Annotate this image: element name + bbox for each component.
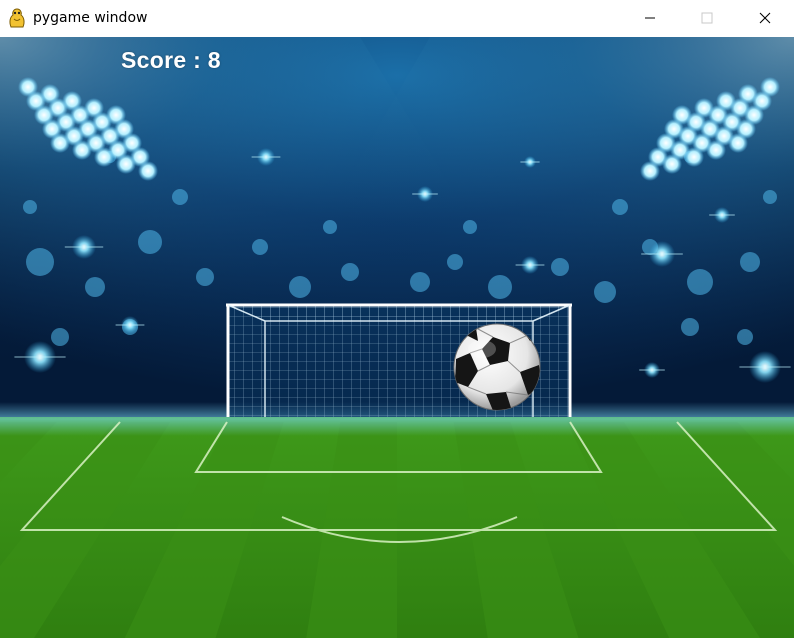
minimize-button[interactable] <box>627 0 673 37</box>
game-surface[interactable]: Score8 <box>0 37 794 638</box>
window-title: pygame window <box>33 10 148 26</box>
score-label: Score <box>121 47 208 73</box>
close-button[interactable] <box>742 0 788 37</box>
maximize-button[interactable] <box>684 0 730 37</box>
maximize-icon <box>701 9 713 28</box>
minimize-icon <box>644 9 656 28</box>
close-icon <box>759 9 771 28</box>
score-display: Score8 <box>121 47 221 74</box>
pygame-snake-icon <box>6 7 28 29</box>
window-titlebar[interactable]: pygame window <box>0 0 794 37</box>
stadium-scene <box>0 37 794 638</box>
score-value: 8 <box>207 47 221 73</box>
